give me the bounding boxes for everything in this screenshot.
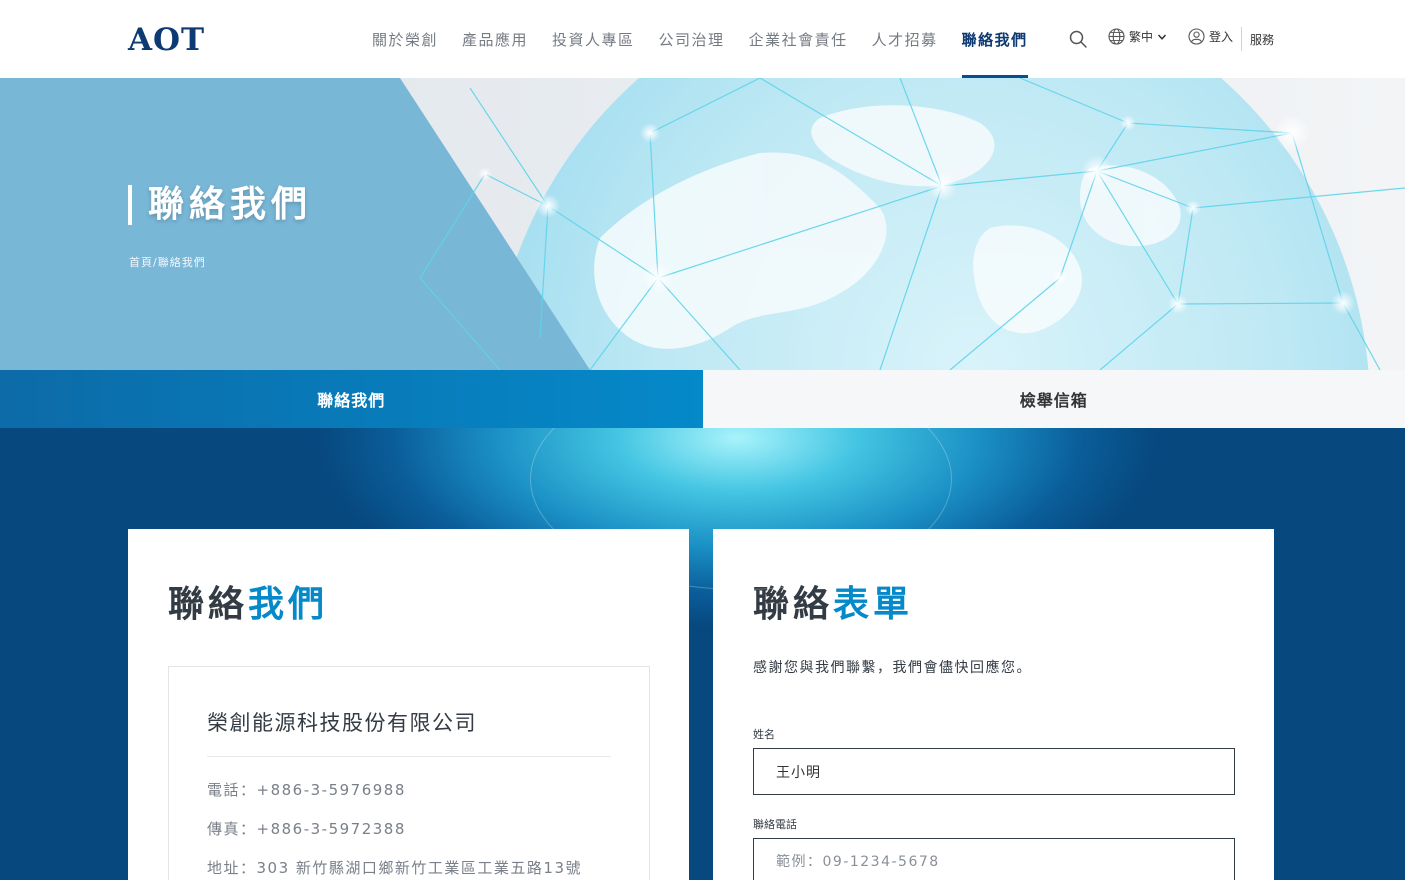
login-label: 登入	[1209, 30, 1234, 44]
phone-input[interactable]	[753, 838, 1235, 880]
login-link[interactable]: 登入	[1188, 28, 1233, 45]
service-link[interactable]: 服務	[1250, 31, 1274, 48]
name-label: 姓名	[753, 728, 775, 741]
company-name: 榮創能源科技股份有限公司	[207, 711, 477, 735]
chevron-down-icon	[1157, 33, 1167, 40]
contact-form-card: 聯絡表單 感謝您與我們聯繫，我們會儘快回應您。 姓名 聯絡電話	[713, 529, 1274, 880]
nav-products[interactable]: 產品應用	[462, 0, 528, 78]
heading-part-accent: 表單	[833, 584, 914, 625]
company-phone: 電話：+886-3-5976988	[207, 781, 406, 799]
page-title: 聯絡我們	[128, 185, 312, 225]
company-address: 地址：303 新竹縣湖口鄉新竹工業區工業五路13號	[207, 859, 582, 877]
heading-part-dark: 聯絡	[753, 584, 834, 625]
company-fax: 傳真：+886-3-5972388	[207, 820, 406, 838]
main-nav: 關於榮創 產品應用 投資人專區 公司治理 企業社會責任 人才招募 聯絡我們	[360, 0, 1040, 78]
hero-banner: 聯絡我們 首頁/聯絡我們	[0, 78, 1405, 370]
nav-contact[interactable]: 聯絡我們	[961, 0, 1028, 78]
phone-label: 聯絡電話	[753, 818, 797, 831]
globe-icon	[1108, 28, 1125, 45]
nav-investors[interactable]: 投資人專區	[552, 0, 635, 78]
breadcrumb[interactable]: 首頁/聯絡我們	[129, 254, 206, 270]
name-input[interactable]	[753, 748, 1235, 795]
info-divider	[207, 756, 611, 757]
aot-logo[interactable]: AOT	[128, 22, 205, 58]
section-tabs: 聯絡我們 檢舉信箱	[0, 370, 1405, 428]
language-label: 繁中	[1129, 30, 1154, 44]
site-header: AOT 關於榮創 產品應用 投資人專區 公司治理 企業社會責任 人才招募 聯絡我…	[0, 0, 1405, 78]
header-divider	[1241, 27, 1242, 51]
contact-info-heading: 聯絡我們	[168, 575, 328, 627]
heading-part-dark: 聯絡	[168, 584, 249, 625]
nav-csr[interactable]: 企業社會責任	[749, 0, 848, 78]
nav-governance[interactable]: 公司治理	[659, 0, 725, 78]
company-info-box: 榮創能源科技股份有限公司 電話：+886-3-5976988 傳真：+886-3…	[168, 666, 650, 880]
tab-whistleblower-mailbox[interactable]: 檢舉信箱	[702, 370, 1405, 428]
main-content: 聯絡我們 榮創能源科技股份有限公司 電話：+886-3-5976988 傳真：+…	[0, 428, 1405, 880]
user-icon	[1188, 28, 1205, 45]
form-intro-text: 感謝您與我們聯繫，我們會儘快回應您。	[753, 660, 1032, 676]
contact-form-heading: 聯絡表單	[753, 575, 913, 627]
nav-about[interactable]: 關於榮創	[372, 0, 438, 78]
language-selector[interactable]: 繁中	[1108, 28, 1167, 45]
contact-info-card: 聯絡我們 榮創能源科技股份有限公司 電話：+886-3-5976988 傳真：+…	[128, 529, 689, 880]
heading-part-accent: 我們	[248, 584, 329, 625]
tab-contact-us[interactable]: 聯絡我們	[0, 370, 703, 428]
nav-careers[interactable]: 人才招募	[872, 0, 938, 78]
search-icon[interactable]	[1068, 29, 1088, 49]
